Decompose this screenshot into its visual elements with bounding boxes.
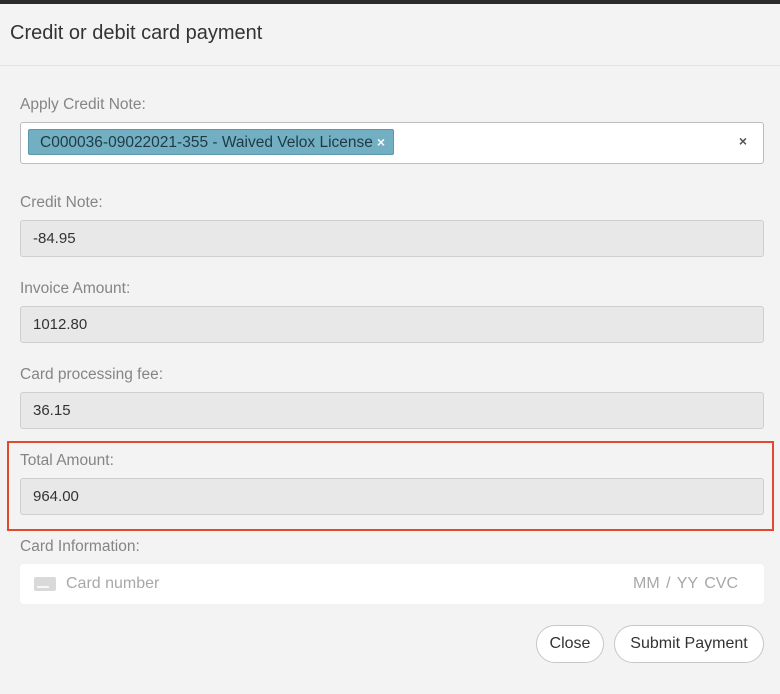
card-processing-fee-label: Card processing fee: — [20, 366, 164, 383]
credit-note-field: -84.95 — [20, 220, 764, 257]
tag-remove-icon[interactable]: × — [377, 134, 385, 150]
modal-header: Credit or debit card payment — [0, 4, 780, 66]
expiry-cvc-placeholder[interactable]: MM / YY CVC — [633, 564, 738, 604]
total-amount-field: 964.00 — [20, 478, 764, 515]
total-amount-label: Total Amount: — [20, 452, 114, 469]
clear-selection-icon[interactable]: × — [739, 133, 747, 149]
modal-title: Credit or debit card payment — [10, 22, 263, 44]
invoice-amount-label: Invoice Amount: — [20, 280, 131, 297]
credit-note-label: Credit Note: — [20, 194, 103, 211]
credit-card-icon — [34, 577, 56, 591]
card-processing-fee-field: 36.15 — [20, 392, 764, 429]
card-number-input[interactable]: Card number MM / YY CVC — [20, 564, 764, 604]
invoice-amount-field: 1012.80 — [20, 306, 764, 343]
close-button[interactable]: Close — [536, 625, 604, 663]
submit-payment-button[interactable]: Submit Payment — [614, 625, 764, 663]
credit-note-tag: C000036-09022021-355 - Waived Velox Lice… — [28, 129, 395, 155]
card-information-label: Card Information: — [20, 538, 140, 555]
apply-credit-note-select[interactable]: C000036-09022021-355 - Waived Velox Lice… — [20, 122, 764, 164]
apply-credit-note-label: Apply Credit Note: — [20, 96, 146, 113]
card-number-placeholder[interactable]: Card number — [66, 564, 159, 604]
credit-note-tag-label: C000036-09022021-355 - Waived Velox Lice… — [40, 134, 373, 151]
